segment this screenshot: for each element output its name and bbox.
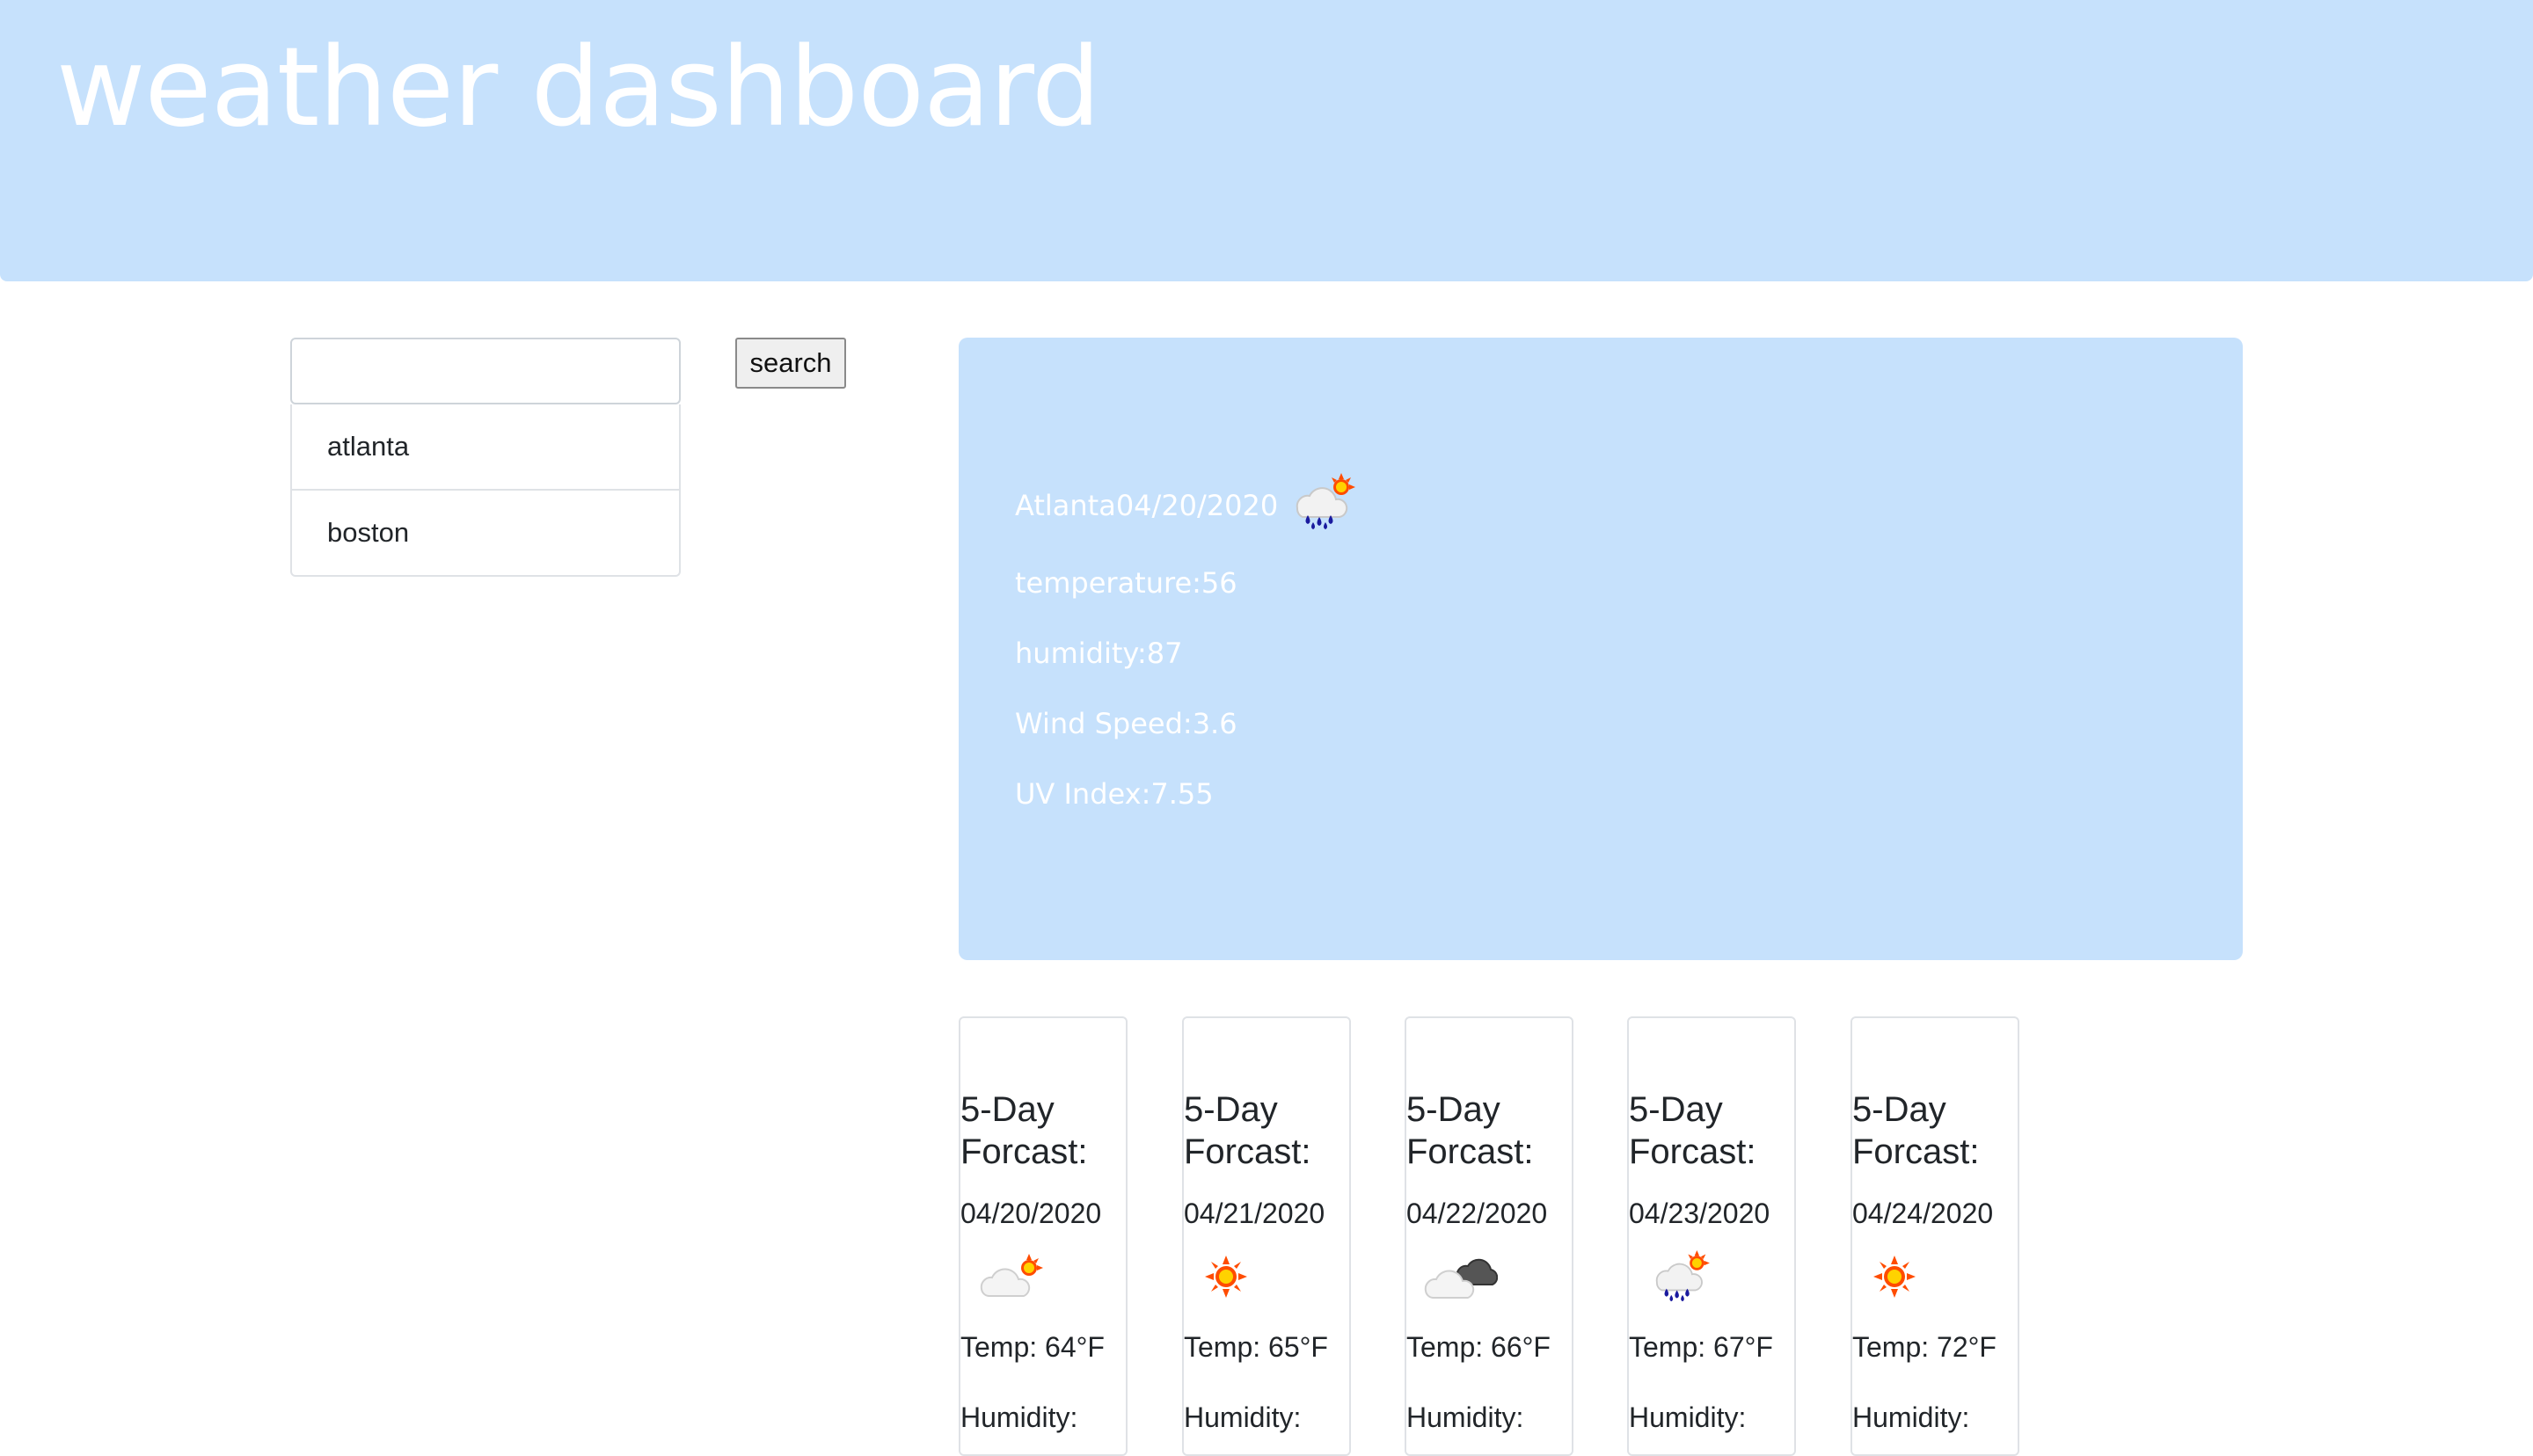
current-wind-speed: Wind Speed:3.6 (1015, 707, 1237, 740)
forecast-date: 04/22/2020 (1406, 1198, 1548, 1229)
forecast-humidity: Humidity: (1852, 1401, 1970, 1433)
forecast-temp: Temp: 64°F (960, 1331, 1105, 1363)
forecast-humidity: Humidity: (960, 1401, 1078, 1433)
sun-icon (1200, 1250, 1275, 1303)
clouds-icon (1422, 1250, 1499, 1303)
forecast-date: 04/21/2020 (1184, 1198, 1325, 1229)
page-title: weather dashboard (56, 25, 1101, 151)
search-history-list: atlanta boston (290, 404, 681, 577)
forecast-card: 5-Day Forcast: 04/21/2020 Temp: 65°F Hum… (1182, 1016, 1351, 1456)
current-date: 04/20/2020 (1115, 489, 1279, 522)
forecast-date: 04/20/2020 (960, 1198, 1102, 1229)
forecast-humidity: Humidity: (1184, 1401, 1302, 1433)
current-city: Atlanta (1015, 489, 1116, 522)
forecast-card: 5-Day Forcast: 04/24/2020 Temp: 72°F Hum… (1850, 1016, 2019, 1456)
forecast-title: 5-Day Forcast: (1629, 1090, 1756, 1171)
forecast-title: 5-Day Forcast: (1852, 1090, 1980, 1171)
sun-icon (1868, 1250, 1944, 1303)
header-banner: weather dashboard (0, 0, 2533, 281)
search-button[interactable]: search (735, 338, 846, 389)
forecast-temp: Temp: 67°F (1629, 1331, 1773, 1363)
rain-sun-icon (1645, 1250, 1720, 1303)
search-input[interactable] (290, 338, 681, 404)
rain-sun-icon (1290, 473, 1361, 538)
current-humidity: humidity:87 (1015, 637, 1183, 670)
forecast-temp: Temp: 65°F (1184, 1331, 1328, 1363)
forecast-temp: Temp: 72°F (1852, 1331, 1996, 1363)
forecast-title: 5-Day Forcast: (960, 1090, 1088, 1171)
current-uv-index: UV Index:7.55 (1015, 777, 1214, 811)
history-item-atlanta[interactable]: atlanta (290, 404, 681, 491)
forecast-title: 5-Day Forcast: (1406, 1090, 1534, 1171)
forecast-date: 04/23/2020 (1629, 1198, 1770, 1229)
current-temperature: temperature:56 (1015, 566, 1237, 600)
forecast-date: 04/24/2020 (1852, 1198, 1994, 1229)
forecast-humidity: Humidity: (1629, 1401, 1747, 1433)
forecast-title: 5-Day Forcast: (1184, 1090, 1311, 1171)
forecast-card: 5-Day Forcast: 04/20/2020 Temp: 64°F Hum… (959, 1016, 1128, 1456)
forecast-card: 5-Day Forcast: 04/22/2020 Temp: 66°F Hum… (1405, 1016, 1573, 1456)
forecast-humidity: Humidity: (1406, 1401, 1524, 1433)
forecast-temp: Temp: 66°F (1406, 1331, 1551, 1363)
cloud-sun-icon (976, 1250, 1052, 1303)
forecast-card: 5-Day Forcast: 04/23/2020 Temp: 67°F Hum… (1627, 1016, 1796, 1456)
current-weather-panel: Atlanta 04/20/2020 temperature:56 humidi… (959, 338, 2243, 960)
history-item-boston[interactable]: boston (290, 491, 681, 577)
current-city-line: Atlanta 04/20/2020 (1015, 473, 1361, 538)
